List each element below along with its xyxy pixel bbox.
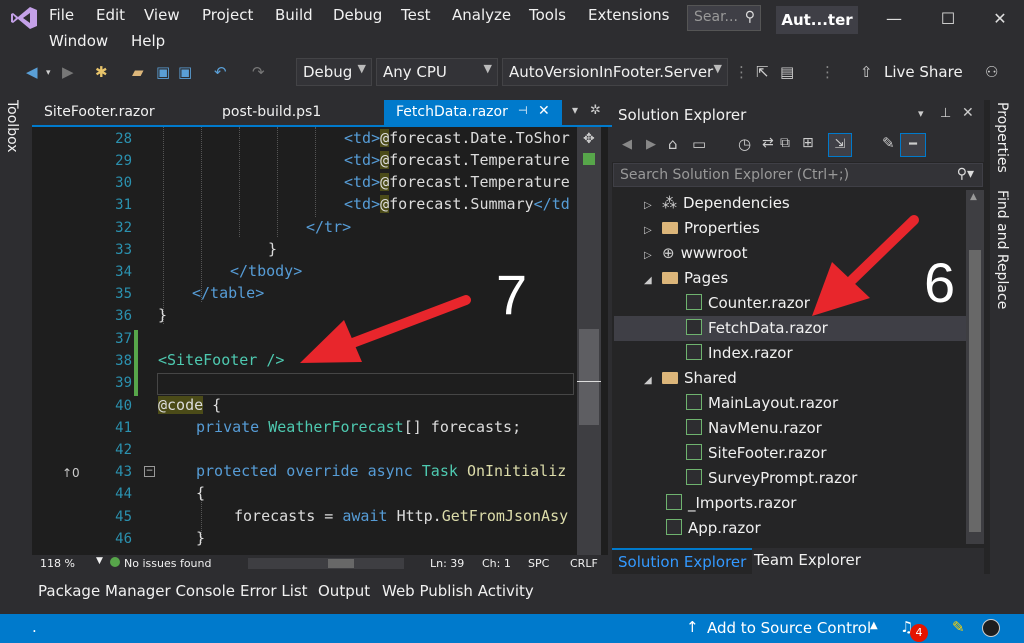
annotation-number-7: 7 bbox=[496, 263, 528, 326]
annotation-arrow-6 bbox=[812, 215, 919, 316]
annotation-number-6: 6 bbox=[924, 251, 956, 314]
annotation-arrow-7 bbox=[300, 295, 471, 363]
